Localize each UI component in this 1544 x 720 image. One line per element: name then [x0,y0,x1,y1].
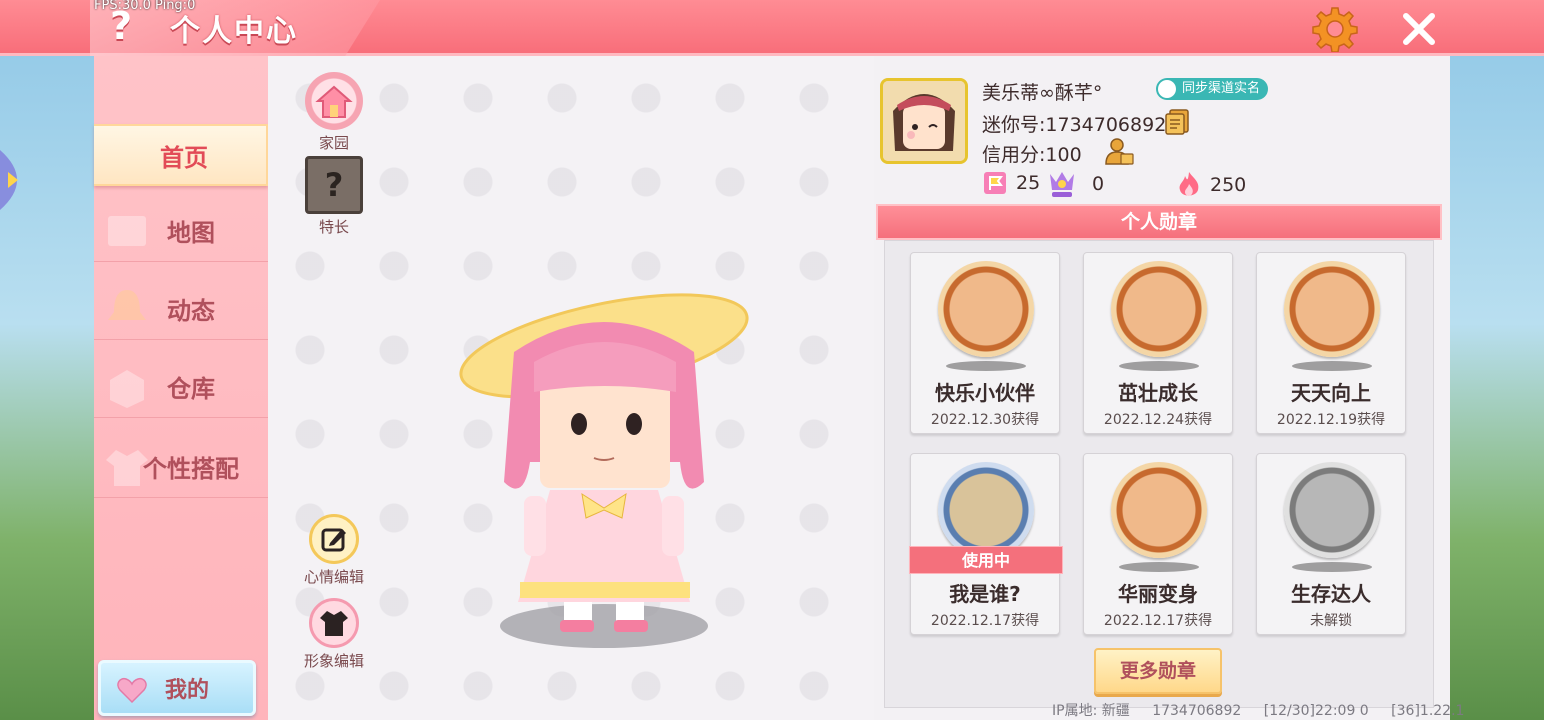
medal-name: 生存达人 [1291,582,1371,606]
expand-arrow-icon[interactable] [0,150,34,210]
medal-section-header: 个人勋章 [876,204,1442,240]
copy-icon[interactable] [1164,108,1190,136]
look-edit-label: 形象编辑 [303,652,364,670]
fps-readout: FPS:30.0 Ping:0 [94,0,196,13]
character-area: 家园 ? 特长 心情编辑 形象编辑 [268,56,874,720]
medal-who-am-i-icon [938,462,1034,558]
footer-time: [12/30]22:09 0 [1263,703,1369,719]
settings-gear-icon[interactable] [1312,6,1358,52]
medal-shadow [1119,361,1199,371]
stat-trophy: 0 [1046,170,1104,198]
my-button[interactable]: 我的 [98,660,256,716]
stat-trophy-value: 0 [1092,173,1105,195]
skill-tool[interactable]: ? 特长 [302,156,366,237]
credit-person-icon[interactable] [1104,136,1134,166]
medal-name: 天天向上 [1291,381,1371,405]
question-block-icon: ? [305,156,363,214]
medal-card[interactable]: 茁壮成长 2022.12.24获得 [1083,252,1233,434]
title-bar: ? 个人中心 [0,0,1544,56]
ip-location: IP属地: 新疆 [1052,703,1130,719]
sidebar-item-label: 仓库 [167,375,215,403]
look-edit-tool[interactable]: 形象编辑 [302,598,366,671]
medal-name: 我是谁? [949,582,1021,606]
medal-card[interactable]: 使用中 我是谁? 2022.12.17获得 [909,453,1063,635]
medal-grow-strong-icon [1111,261,1207,357]
more-medals-button[interactable]: 更多勋章 [1094,648,1222,694]
stat-flag-value: 25 [1016,172,1041,194]
credit-score: 信用分:100 [982,144,1082,166]
fire-icon [1179,172,1199,196]
medal-shadow [946,361,1026,371]
footer-uid: 1734706892 [1152,703,1242,719]
sync-realname-label: 同步渠道实名 [1182,81,1261,96]
map-icon [108,216,146,246]
mood-edit-tool[interactable]: 心情编辑 [302,514,366,587]
player-name: 美乐蒂∞酥芊° [982,82,1103,104]
medal-date: 2022.12.19获得 [1276,412,1386,428]
stat-flag: 25 [982,170,1040,196]
my-label: 我的 [164,678,209,703]
sidebar-item-storage[interactable]: 仓库 [94,356,268,418]
heart-icon [117,677,147,703]
medal-daily-progress-icon [1284,261,1380,357]
sync-realname-button[interactable]: 同步渠道实名 [1156,78,1269,100]
medal-name: 快乐小伙伴 [935,381,1035,405]
sidebar: 首页 地图 动态 仓库 个性搭配 我的 [94,56,268,720]
skill-label: 特长 [318,218,349,236]
sidebar-item-label: 地图 [167,219,215,247]
sidebar-item-label: 个性搭配 [143,455,239,483]
home-label: 家园 [318,134,349,152]
flag-badge-icon [984,172,1006,194]
mood-edit-label: 心情编辑 [303,568,364,586]
sidebar-item-outfit[interactable]: 个性搭配 [94,436,268,498]
box-icon [110,370,144,408]
footer-info: IP属地: 新疆 1734706892 [12/30]22:09 0 [36]1… [1052,700,1482,720]
sidebar-item-label: 首页 [160,143,208,172]
medal-card[interactable]: 天天向上 2022.12.19获得 [1256,252,1406,434]
person-icon [1158,80,1176,98]
edit-pencil-icon [309,514,359,564]
stat-fire: 250 [1176,170,1246,200]
outfit-shirt-icon [309,598,359,648]
crown-person-icon [1050,172,1074,197]
sidebar-item-feed[interactable]: 动态 [94,278,268,340]
medal-date: 2022.12.17获得 [1103,613,1213,629]
footer-version: [36]1.22.1 [1391,703,1465,719]
medal-shadow [1119,562,1199,572]
medal-status: 未解锁 [1310,613,1352,629]
medal-date: 2022.12.17获得 [930,613,1040,629]
bell-icon [108,290,146,320]
medal-gorgeous-transform-icon [1111,462,1207,558]
main-panel: 首页 地图 动态 仓库 个性搭配 我的 家园 ? 特长 心情编辑 形象编辑 美乐… [94,56,1450,720]
medal-card[interactable]: 生存达人 未解锁 [1256,453,1406,635]
medal-name: 华丽变身 [1118,582,1198,606]
medal-card[interactable]: 快乐小伙伴 2022.12.30获得 [910,252,1060,434]
sidebar-item-label: 动态 [167,297,215,325]
home-tool[interactable]: 家园 [302,72,366,153]
profile-card: 美乐蒂∞酥芊° 同步渠道实名 迷你号:1734706892 信用分:100 25 [880,74,1440,204]
medal-happy-partner-icon [938,261,1034,357]
medal-shadow [1292,562,1372,572]
stat-fire-value: 250 [1210,174,1247,196]
avatar[interactable] [880,78,968,164]
medal-date: 2022.12.24获得 [1103,412,1213,428]
in-use-badge: 使用中 [909,546,1063,574]
medal-shadow [1292,361,1372,371]
medal-date: 2022.12.30获得 [930,412,1040,428]
player-avatar-figure [459,293,749,648]
mini-id: 迷你号:1734706892 [982,114,1167,136]
close-icon[interactable] [1398,8,1440,50]
medal-survival-expert-icon [1284,462,1380,558]
medal-card[interactable]: 华丽变身 2022.12.17获得 [1083,453,1233,635]
sidebar-item-home[interactable]: 首页 [94,124,268,186]
house-icon [305,72,363,130]
sidebar-item-map[interactable]: 地图 [94,200,268,262]
medal-name: 茁壮成长 [1118,381,1198,405]
